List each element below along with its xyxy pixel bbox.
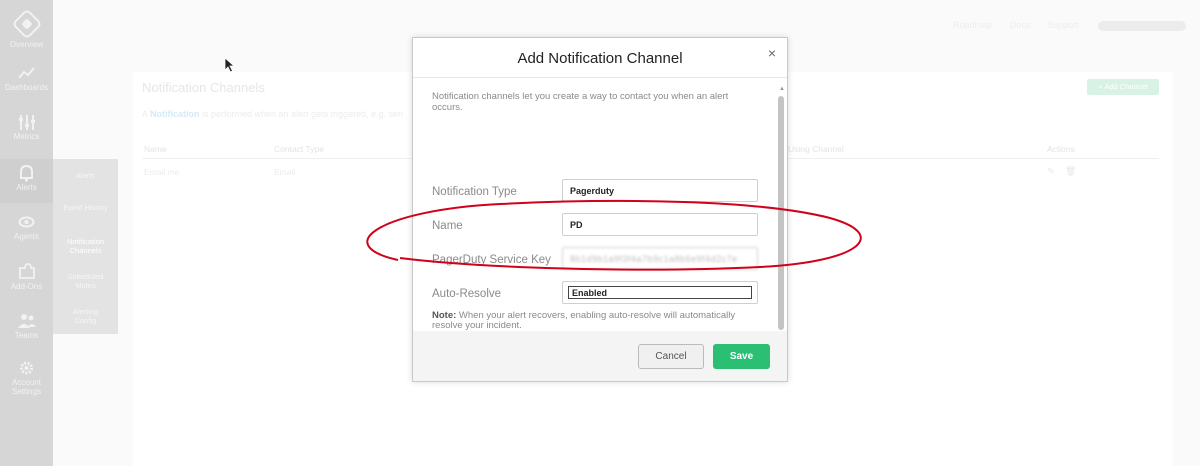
page-description: A Notification is performed when an aler… xyxy=(142,109,403,119)
alerts-submenu: Alerts Event History Notification Channe… xyxy=(53,159,118,334)
topnav-support-link[interactable]: Support xyxy=(1047,20,1079,30)
submenu-item-scheduled-mutes[interactable]: Scheduled Mutes xyxy=(63,272,108,290)
add-notification-channel-modal: Add Notification Channel × Notification … xyxy=(412,37,788,382)
modal-footer: Cancel Save xyxy=(413,331,787,381)
user-menu[interactable] xyxy=(1098,21,1186,31)
submenu-item-event-history[interactable]: Event History xyxy=(63,203,108,212)
sidebar-item-label: Add-Ons xyxy=(10,282,43,291)
modal-header: Add Notification Channel × xyxy=(413,38,787,78)
puzzle-icon xyxy=(19,263,35,279)
sliders-icon xyxy=(19,115,35,130)
sidebar-item-label: Overview xyxy=(9,40,44,49)
notification-link[interactable]: Notification xyxy=(150,109,200,119)
name-label: Name xyxy=(432,220,463,232)
sidebar-item-label: Alerts xyxy=(16,183,37,192)
sidebar: Overview Dashboards Metrics Alerts Agent… xyxy=(0,0,53,466)
scroll-up-arrow-icon[interactable]: ▲ xyxy=(779,86,785,92)
modal-scrollbar[interactable]: ▲ xyxy=(777,86,785,332)
gear-icon xyxy=(20,361,33,375)
auto-resolve-note: Note: When your alert recovers, enabling… xyxy=(432,311,752,331)
submenu-item-alerts[interactable]: Alerts xyxy=(53,171,118,180)
column-header-actions: Actions xyxy=(1047,144,1075,154)
table-cell-name: Email me xyxy=(144,167,180,177)
notification-type-label: Notification Type xyxy=(432,186,517,198)
sidebar-item-alerts[interactable]: Alerts xyxy=(0,159,53,203)
submenu-item-notification-channels[interactable]: Notification Channels xyxy=(63,237,108,255)
sidebar-item-label: Account Settings xyxy=(12,378,41,396)
chart-line-icon xyxy=(18,67,35,79)
sidebar-item-account-settings[interactable]: Account Settings xyxy=(0,358,53,398)
bell-icon xyxy=(20,164,33,182)
notification-type-field[interactable]: Pagerduty xyxy=(562,179,758,202)
sidebar-item-label: Agents xyxy=(14,232,39,241)
auto-resolve-label: Auto-Resolve xyxy=(432,288,502,300)
description-rest: is performed when an alert gets triggere… xyxy=(199,109,404,119)
scrollbar-thumb[interactable] xyxy=(778,96,784,330)
sidebar-item-metrics[interactable]: Metrics xyxy=(0,112,53,146)
description-prefix: A xyxy=(142,109,151,119)
modal-intro-text: Notification channels let you create a w… xyxy=(432,91,729,113)
eye-icon xyxy=(18,216,35,228)
save-button[interactable]: Save xyxy=(713,344,770,369)
close-icon[interactable]: × xyxy=(768,45,776,61)
sidebar-item-label: Dashboards xyxy=(4,83,49,92)
column-header-contact-type: Contact Type xyxy=(274,144,324,154)
modal-body: Notification channels let you create a w… xyxy=(413,79,787,331)
sidebar-item-teams[interactable]: Teams xyxy=(0,311,53,345)
sidebar-item-label: Metrics xyxy=(13,132,40,141)
edit-pencil-icon[interactable]: ✎ xyxy=(1047,166,1055,177)
trash-icon[interactable]: 🗑 xyxy=(1065,166,1076,177)
column-header-using-channel: Using Channel xyxy=(788,144,844,154)
add-channel-button[interactable]: + Add Channel xyxy=(1087,79,1159,95)
sidebar-item-addons[interactable]: Add-Ons xyxy=(0,262,53,296)
submenu-item-alerting-config[interactable]: Alerting Config xyxy=(63,307,108,325)
auto-resolve-selected-value: Enabled xyxy=(568,286,752,299)
page-title: Notification Channels xyxy=(142,80,265,95)
mouse-cursor-icon xyxy=(224,57,236,73)
sidebar-item-overview[interactable]: Overview xyxy=(0,8,53,50)
sidebar-item-agents[interactable]: Agents xyxy=(0,212,53,246)
topnav-roadmap-link[interactable]: Roadmap xyxy=(953,20,992,30)
table-cell-contact-type: Email xyxy=(274,167,296,177)
users-icon xyxy=(18,314,36,328)
name-field[interactable]: PD xyxy=(562,213,758,236)
cancel-button[interactable]: Cancel xyxy=(638,344,704,369)
hexagon-logo-icon xyxy=(10,8,43,40)
auto-resolve-select[interactable]: Enabled xyxy=(562,281,758,304)
sidebar-item-dashboards[interactable]: Dashboards xyxy=(0,63,53,97)
sidebar-item-label: Teams xyxy=(14,331,39,340)
column-header-name: Name xyxy=(144,144,167,154)
modal-title: Add Notification Channel xyxy=(517,50,683,67)
note-text: When your alert recovers, enabling auto-… xyxy=(432,310,736,331)
topnav-docs-link[interactable]: Docs xyxy=(1010,20,1031,30)
pagerduty-service-key-label: PagerDuty Service Key xyxy=(432,254,551,266)
pagerduty-service-key-field[interactable]: 8b1d9b1a9f3f4a7b9c1a8b6e9f4d2c7e xyxy=(562,247,758,270)
